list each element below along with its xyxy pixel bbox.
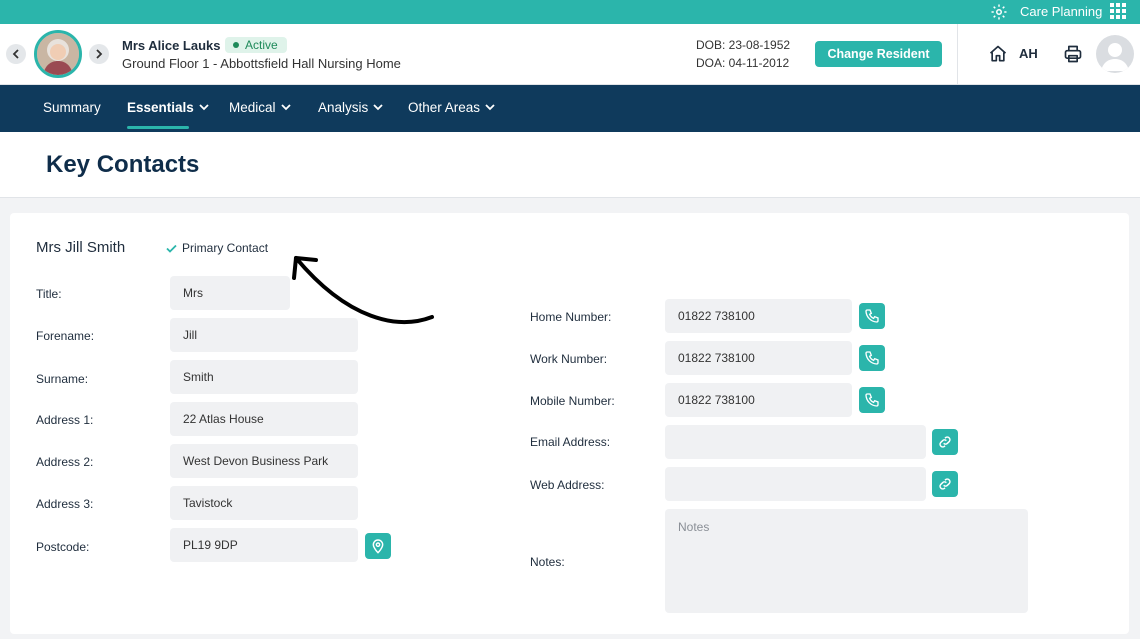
link-icon (939, 478, 951, 490)
date-of-admission: DOA: 04-11-2012 (696, 56, 790, 70)
surname-field[interactable]: Smith (170, 360, 358, 394)
main-nav: Summary Essentials Medical Analysis Othe… (0, 85, 1140, 132)
page-title-bar: Key Contacts (0, 132, 1140, 198)
nav-essentials[interactable]: Essentials (127, 100, 209, 115)
primary-contact-flag: Primary Contact (166, 241, 268, 255)
date-of-birth: DOB: 23-08-1952 (696, 38, 791, 52)
home-number-label: Home Number: (530, 310, 612, 324)
web-address-label: Web Address: (530, 478, 605, 492)
contact-card: Mrs Jill Smith Primary Contact Title: Mr… (10, 213, 1129, 634)
email-address-label: Email Address: (530, 435, 611, 449)
phone-icon (865, 351, 879, 365)
app-name[interactable]: Care Planning (1020, 4, 1102, 19)
chevron-down-icon (373, 104, 383, 111)
email-address-field[interactable] (665, 425, 926, 459)
nav-other-areas[interactable]: Other Areas (408, 100, 495, 115)
page-title: Key Contacts (46, 151, 200, 178)
address-1-field[interactable]: 22 Atlas House (170, 402, 358, 436)
nav-essentials-label: Essentials (127, 100, 194, 115)
chevron-down-icon (280, 104, 291, 111)
postcode-label: Postcode: (36, 540, 90, 554)
resident-location: Ground Floor 1 - Abbottsfield Hall Nursi… (122, 56, 401, 71)
call-home-button[interactable] (859, 303, 885, 329)
nav-analysis-label: Analysis (318, 100, 369, 115)
nav-analysis[interactable]: Analysis (318, 100, 383, 115)
home-number-field[interactable]: 01822 738100 (665, 299, 852, 333)
gear-icon[interactable] (990, 3, 1008, 21)
notes-textarea[interactable]: Notes (665, 509, 1028, 613)
status-badge: Active (225, 37, 287, 53)
address-2-field[interactable]: West Devon Business Park (170, 444, 358, 478)
chevron-down-icon (485, 104, 495, 111)
web-address-field[interactable] (665, 467, 926, 501)
user-avatar[interactable] (1096, 35, 1134, 73)
call-work-button[interactable] (859, 345, 885, 371)
title-label: Title: (36, 287, 62, 301)
web-link-button[interactable] (932, 471, 958, 497)
next-resident-button[interactable] (89, 44, 109, 64)
top-bar: Care Planning (0, 0, 1140, 24)
map-pin-icon (372, 539, 384, 554)
resident-avatar (34, 30, 82, 78)
resident-header: Mrs Alice Lauks Active Ground Floor 1 - … (0, 24, 1140, 85)
resident-name: Mrs Alice Lauks (122, 38, 221, 53)
grid-icon[interactable] (1110, 3, 1126, 19)
chevron-left-icon (12, 49, 19, 59)
active-tab-indicator (127, 126, 189, 129)
work-number-field[interactable]: 01822 738100 (665, 341, 852, 375)
nav-medical[interactable]: Medical (229, 100, 291, 115)
email-link-button[interactable] (932, 429, 958, 455)
address-1-label: Address 1: (36, 413, 94, 427)
surname-label: Surname: (36, 372, 89, 386)
nav-other-areas-label: Other Areas (408, 100, 481, 115)
address-2-label: Address 2: (36, 455, 94, 469)
address-3-label: Address 3: (36, 497, 94, 511)
link-icon (939, 436, 951, 448)
postcode-field[interactable]: PL19 9DP (170, 528, 358, 562)
printer-icon[interactable] (1063, 44, 1083, 64)
status-label: Active (245, 38, 278, 52)
address-3-field[interactable]: Tavistock (170, 486, 358, 520)
home-icon[interactable] (988, 44, 1008, 64)
contact-name: Mrs Jill Smith (36, 239, 126, 256)
mobile-number-label: Mobile Number: (530, 394, 615, 408)
check-icon (166, 244, 177, 253)
notes-label: Notes: (530, 555, 565, 569)
nav-medical-label: Medical (229, 100, 276, 115)
user-initials[interactable]: AH (1019, 46, 1038, 61)
annotation-arrow (292, 256, 434, 324)
primary-contact-label: Primary Contact (182, 241, 269, 255)
call-mobile-button[interactable] (859, 387, 885, 413)
header-divider (957, 24, 958, 84)
change-resident-button[interactable]: Change Resident (815, 41, 942, 67)
title-field[interactable]: Mrs (170, 276, 290, 310)
phone-icon (865, 393, 879, 407)
map-pin-button[interactable] (365, 533, 391, 559)
nav-summary[interactable]: Summary (43, 100, 101, 115)
forename-label: Forename: (36, 329, 95, 343)
chevron-down-icon (199, 104, 209, 111)
phone-icon (865, 309, 879, 323)
chevron-right-icon (96, 49, 103, 59)
mobile-number-field[interactable]: 01822 738100 (665, 383, 852, 417)
work-number-label: Work Number: (530, 352, 608, 366)
previous-resident-button[interactable] (6, 44, 26, 64)
nav-summary-label: Summary (43, 100, 101, 115)
